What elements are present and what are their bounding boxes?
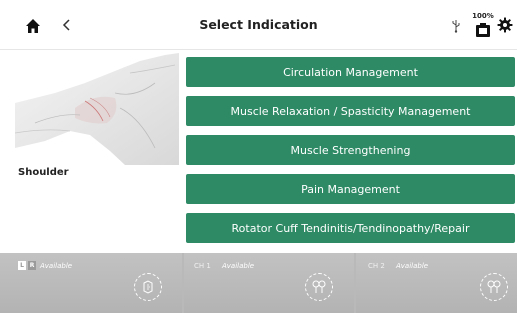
battery-status: 100% bbox=[470, 12, 496, 42]
pain-management-button[interactable]: Pain Management bbox=[186, 174, 515, 204]
page-title: Select Indication bbox=[199, 17, 318, 32]
shoulder-anatomy-image bbox=[15, 53, 179, 165]
channel-2-label: CH 2 bbox=[368, 262, 385, 270]
electrode-glyph-icon bbox=[487, 280, 501, 293]
channel-1-label: CH 1 bbox=[194, 262, 211, 270]
channel-1-status: Available bbox=[222, 262, 255, 270]
channel-1-panel[interactable]: CH 1 Available bbox=[184, 253, 354, 313]
circulation-management-button[interactable]: Circulation Management bbox=[186, 57, 515, 87]
channel-2-status: Available bbox=[396, 262, 429, 270]
right-indicator: R bbox=[28, 261, 36, 270]
muscle-strengthening-button[interactable]: Muscle Strengthening bbox=[186, 135, 515, 165]
rotator-cuff-button[interactable]: Rotator Cuff Tendinitis/Tendinopathy/Rep… bbox=[186, 213, 515, 243]
ultrasound-head-glyph-icon bbox=[143, 280, 153, 294]
top-bar: Select Indication 100% bbox=[0, 0, 517, 50]
channel-2-panel[interactable]: CH 2 Available bbox=[356, 253, 517, 313]
muscle-relaxation-button[interactable]: Muscle Relaxation / Spasticity Managemen… bbox=[186, 96, 515, 126]
electrode-glyph-icon bbox=[312, 280, 326, 293]
electrode-icon[interactable] bbox=[305, 273, 333, 301]
left-indicator: L bbox=[18, 261, 26, 270]
usb-icon bbox=[452, 20, 460, 33]
body-part-label: Shoulder bbox=[18, 167, 69, 178]
battery-percent: 100% bbox=[472, 12, 494, 20]
ultrasound-head-icon[interactable] bbox=[134, 273, 162, 301]
battery-icon bbox=[476, 23, 490, 37]
electrode-icon[interactable] bbox=[480, 273, 508, 301]
ultrasound-panel[interactable]: L R Available bbox=[0, 253, 182, 313]
ultrasound-status: Available bbox=[40, 262, 73, 270]
gear-icon[interactable] bbox=[497, 17, 513, 33]
